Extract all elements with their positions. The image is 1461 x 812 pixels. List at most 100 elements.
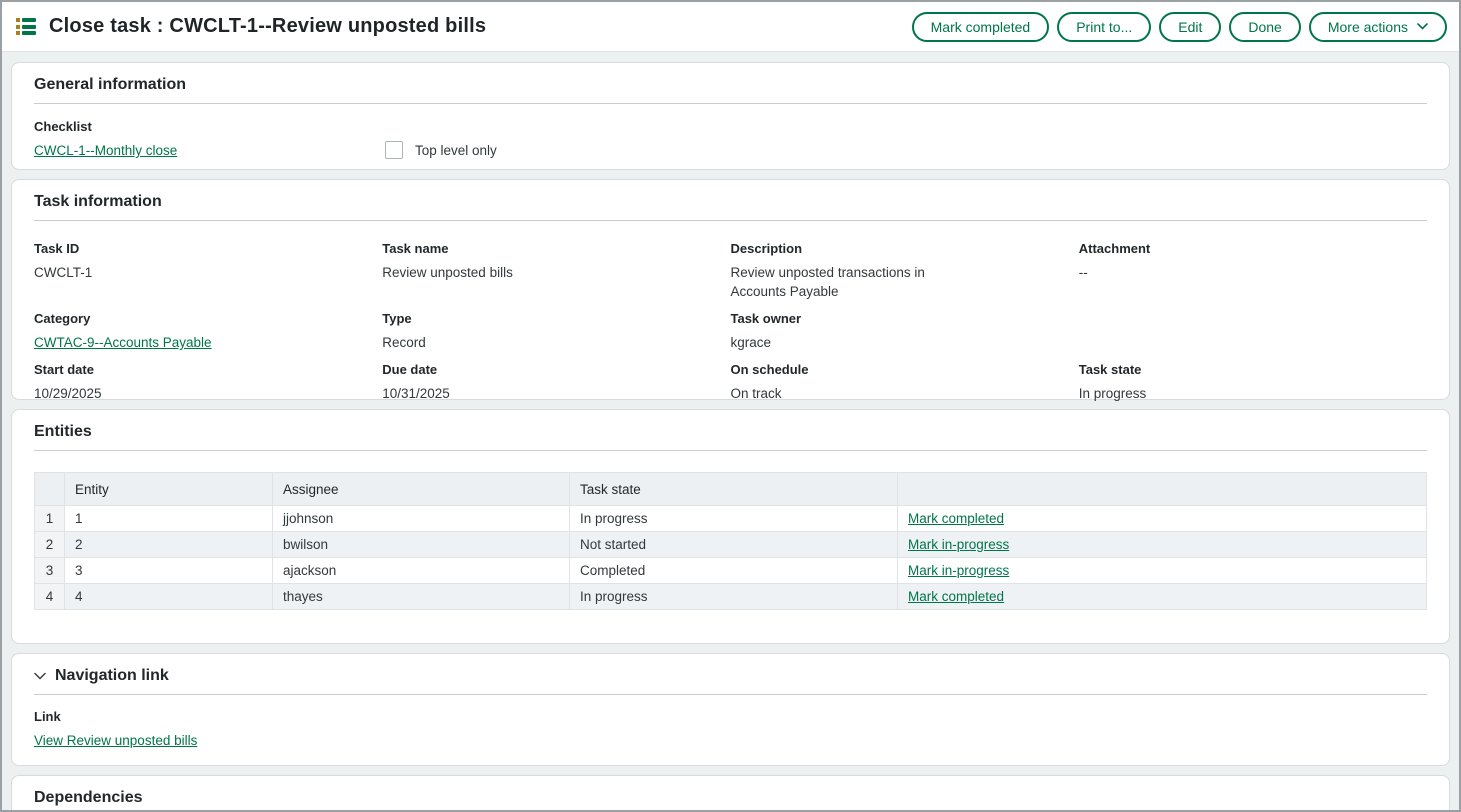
header-actions: Mark completed Print to... Edit Done Mor… [912,12,1447,42]
task-id-field: Task ID CWCLT-1 [34,241,382,301]
mark-completed-button[interactable]: Mark completed [912,12,1050,42]
entity-cell: 2 [65,532,273,558]
type-field: Type Record [382,311,730,352]
checklist-label: Checklist [34,119,385,135]
type-label: Type [382,311,730,327]
general-information-heading: General information [34,76,1427,104]
more-actions-button[interactable]: More actions [1309,12,1447,42]
description-field: Description Review unposted transactions… [731,241,1079,301]
task-name-label: Task name [382,241,730,257]
chevron-down-icon[interactable] [34,672,46,680]
view-task-link[interactable]: View Review unposted bills [34,733,197,748]
print-to-label: Print to... [1076,19,1132,35]
on-schedule-label: On schedule [731,362,1079,378]
col-header-entity: Entity [65,473,273,506]
row-action-link[interactable]: Mark in-progress [908,537,1009,552]
description-label: Description [731,241,1079,257]
entities-card: Entities Entity Assignee Task state [11,409,1450,644]
assignee-cell: ajackson [273,558,570,584]
print-to-button[interactable]: Print to... [1057,12,1151,42]
top-level-only-label: Top level only [415,143,497,158]
col-header-task-state: Task state [570,473,898,506]
task-owner-field: Task owner kgrace [731,311,1079,352]
due-date-value: 10/31/2025 [382,384,730,403]
category-field: Category CWTAC-9--Accounts Payable [34,311,382,352]
checklist-icon [16,18,36,35]
due-date-field: Due date 10/31/2025 [382,362,730,403]
top-level-only-checkbox[interactable]: Top level only [385,141,497,159]
task-name-field: Task name Review unposted bills [382,241,730,301]
checklist-link[interactable]: CWCL-1--Monthly close [34,143,177,158]
navigation-link-heading-label: Navigation link [55,667,169,685]
attachment-field: Attachment -- [1079,241,1427,301]
task-name-value: Review unposted bills [382,263,730,282]
table-row: 2 2 bwilson Not started Mark in-progress [35,532,1427,558]
page-content: General information Checklist CWCL-1--Mo… [2,52,1459,810]
task-owner-value: kgrace [731,333,1079,352]
attachment-label: Attachment [1079,241,1427,257]
category-label: Category [34,311,382,327]
start-date-value: 10/29/2025 [34,384,382,403]
table-row: 3 3 ajackson Completed Mark in-progress [35,558,1427,584]
edit-button[interactable]: Edit [1159,12,1221,42]
row-number: 2 [35,532,65,558]
general-information-card: General information Checklist CWCL-1--Mo… [11,62,1450,170]
task-information-card: Task information Task ID CWCLT-1 Task na… [11,179,1450,400]
type-value: Record [382,333,730,352]
task-id-label: Task ID [34,241,382,257]
row-number: 3 [35,558,65,584]
entities-heading: Entities [34,423,1427,451]
checkbox-box-icon [385,141,403,159]
col-header-rownum [35,473,65,506]
assignee-cell: jjohnson [273,506,570,532]
task-id-value: CWCLT-1 [34,263,382,282]
task-state-cell: In progress [570,584,898,610]
navigation-link-heading[interactable]: Navigation link [34,667,1427,695]
table-row: 1 1 jjohnson In progress Mark completed [35,506,1427,532]
row-number: 4 [35,584,65,610]
col-header-assignee: Assignee [273,473,570,506]
task-state-label: Task state [1079,362,1427,378]
dependencies-heading: Dependencies [34,789,1427,810]
task-state-cell: Not started [570,532,898,558]
edit-label: Edit [1178,19,1202,35]
entity-cell: 4 [65,584,273,610]
done-button[interactable]: Done [1229,12,1300,42]
description-value: Review unposted transactions in Accounts… [731,263,963,301]
assignee-cell: thayes [273,584,570,610]
table-row: 4 4 thayes In progress Mark completed [35,584,1427,610]
chevron-down-icon [1417,23,1428,30]
navigation-link-card: Navigation link Link View Review unposte… [11,653,1450,766]
col-header-action [898,473,1427,506]
entity-cell: 3 [65,558,273,584]
task-state-value: In progress [1079,384,1427,403]
assignee-cell: bwilson [273,532,570,558]
mark-completed-label: Mark completed [931,19,1031,35]
on-schedule-value: On track [731,384,1079,403]
dependencies-card: Dependencies [11,775,1450,810]
done-label: Done [1248,19,1281,35]
category-link[interactable]: CWTAC-9--Accounts Payable [34,335,212,350]
more-actions-label: More actions [1328,19,1408,35]
task-owner-label: Task owner [731,311,1079,327]
row-number: 1 [35,506,65,532]
task-information-heading: Task information [34,193,1427,221]
task-state-cell: Completed [570,558,898,584]
task-state-field: Task state In progress [1079,362,1427,403]
entity-cell: 1 [65,506,273,532]
start-date-label: Start date [34,362,382,378]
task-state-cell: In progress [570,506,898,532]
row-action-link[interactable]: Mark in-progress [908,563,1009,578]
entities-header-row: Entity Assignee Task state [35,473,1427,506]
entities-table: Entity Assignee Task state 1 1 jjohnson … [34,472,1427,610]
start-date-field: Start date 10/29/2025 [34,362,382,403]
link-label: Link [34,709,1427,725]
page-title: Close task : CWCLT-1--Review unposted bi… [49,15,486,38]
empty-field [1079,311,1427,352]
page-header: Close task : CWCLT-1--Review unposted bi… [2,2,1459,52]
due-date-label: Due date [382,362,730,378]
attachment-value: -- [1079,263,1427,282]
on-schedule-field: On schedule On track [731,362,1079,403]
row-action-link[interactable]: Mark completed [908,511,1004,526]
row-action-link[interactable]: Mark completed [908,589,1004,604]
